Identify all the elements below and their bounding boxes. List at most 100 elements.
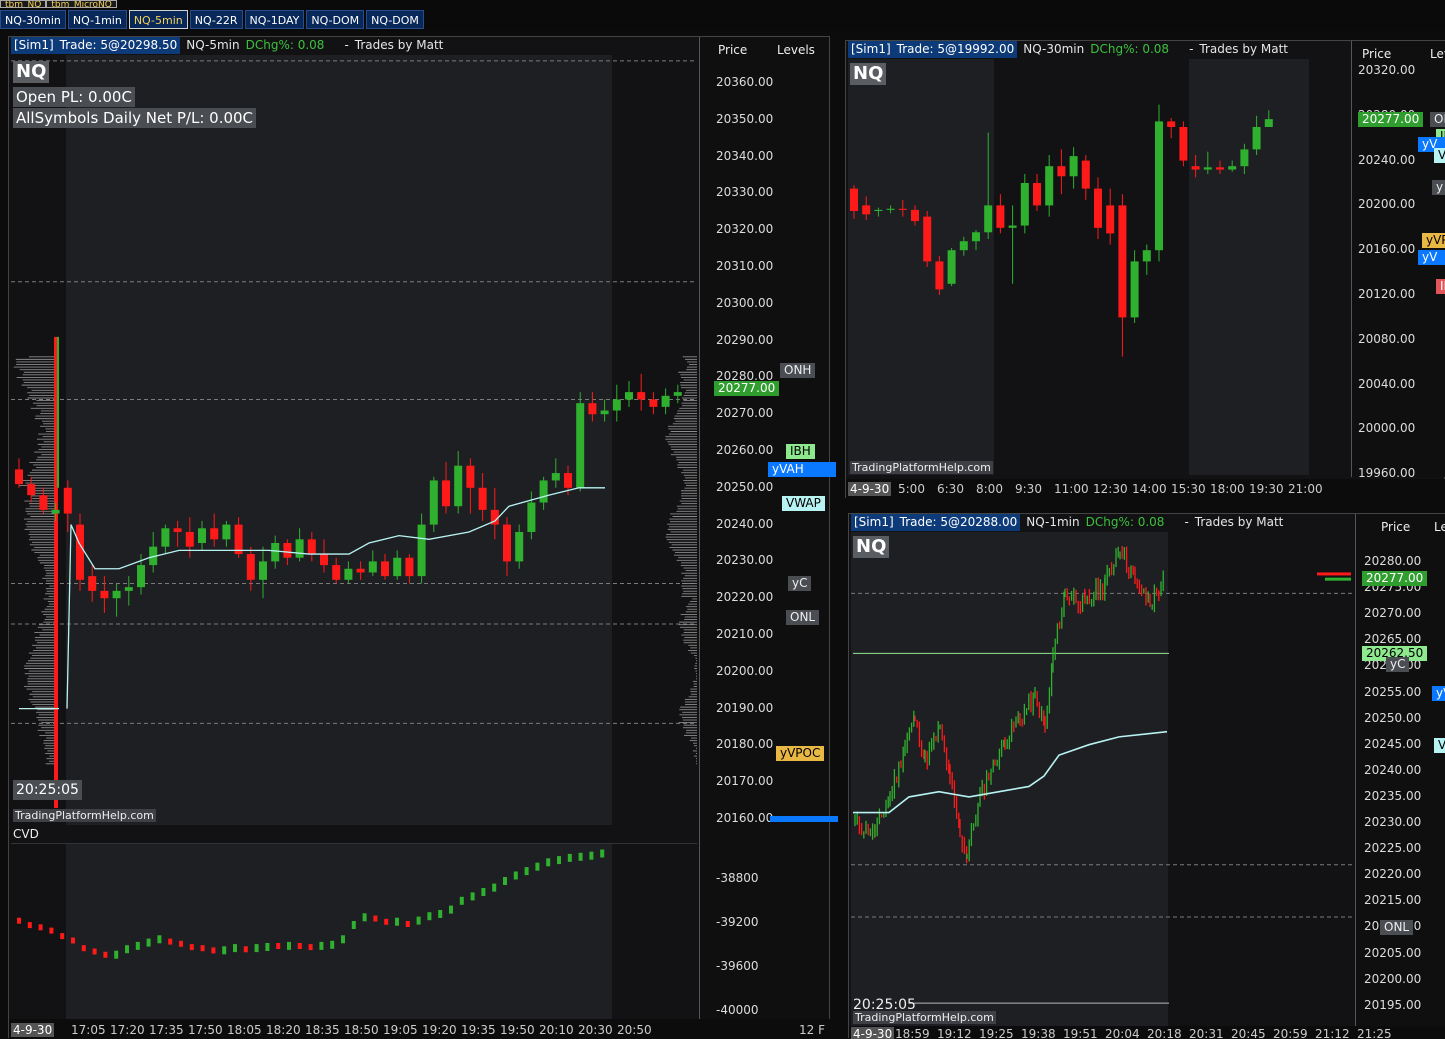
time-axis[interactable]: 4-9-30 5:00 6:30 8:00 9:30 11:00 12:30 14:00 15…	[846, 479, 1445, 499]
candle	[588, 403, 597, 415]
candle	[911, 209, 919, 222]
price-tick: 20265.00	[1364, 632, 1422, 647]
chart-panel-1min[interactable]: [Sim1] Trade: 5@20288.00 NQ-1min DChg%: …	[848, 513, 1445, 1039]
cvd-bar	[27, 922, 32, 929]
candle	[850, 188, 858, 211]
candle	[898, 208, 907, 210]
price-axis[interactable]: Price Lev 20280.0020275.0020270.0020265.…	[1355, 514, 1445, 1026]
time-tick: 20:59	[1273, 1027, 1308, 1039]
tab-nq-5min[interactable]: NQ-5min	[128, 10, 188, 29]
workspace-tabbar: tbm_NQ tbm_MicroNQ NQ-30min NQ-1min NQ-5…	[0, 0, 1445, 31]
cvd-bar	[297, 943, 302, 949]
tab-nq-30min[interactable]: NQ-30min	[0, 10, 66, 29]
price-tick: 20280.00	[1364, 554, 1422, 568]
chart-panel-5min[interactable]: [Sim1] Trade: 5@20298.50 NQ-5min DChg%: …	[8, 36, 838, 1039]
time-tick: 18:59	[895, 1027, 930, 1039]
cvd-bar	[427, 912, 432, 921]
cvd-bar	[481, 888, 486, 896]
candle	[637, 392, 646, 400]
corner-label: 12 F	[799, 1023, 825, 1037]
candle	[1033, 183, 1041, 206]
time-tick: 15:30	[1171, 482, 1206, 496]
candle	[368, 561, 377, 573]
candle	[1069, 156, 1078, 177]
candle	[112, 590, 121, 599]
time-axis[interactable]: 4-9-30 12 F 17:05 17:20 17:35 17:50 18:05 18:…	[9, 1019, 831, 1039]
price-chart-1min[interactable]	[849, 514, 1355, 1026]
time-tick: 20:50	[617, 1023, 652, 1037]
candle	[1252, 127, 1261, 150]
cvd-bar	[449, 905, 453, 914]
level-tag-onl: ONL	[786, 609, 820, 625]
cvd-bar	[276, 943, 281, 949]
tab-nq-22r[interactable]: NQ-22R	[189, 10, 243, 29]
cvd-tick: -39600	[716, 959, 759, 973]
time-tick: 17:05	[71, 1023, 106, 1037]
cvd-bar	[308, 944, 313, 951]
candle	[466, 465, 475, 488]
candle	[1008, 225, 1017, 228]
cvd-bar	[503, 877, 507, 885]
candle	[1130, 261, 1139, 318]
time-tick: 12:30	[1093, 482, 1128, 496]
candle	[923, 216, 932, 262]
workspace-tab[interactable]: tbm_NQ	[0, 0, 47, 8]
level-tag-onh: ONH	[780, 363, 816, 379]
candle	[959, 241, 968, 251]
candle	[1106, 205, 1115, 234]
price-axis[interactable]: Price Lev 20320.0020280.0020240.0020200.…	[1351, 41, 1445, 480]
price-tick: 20255.00	[1364, 684, 1422, 699]
price-tick: 20240.00	[1358, 152, 1416, 167]
price-tick: 20200.00	[716, 663, 774, 678]
vwap-line	[66, 487, 605, 709]
time-tick: 11:00	[1054, 482, 1089, 496]
price-header: Price	[1362, 47, 1392, 61]
price-tick: 20320.00	[1358, 63, 1416, 77]
price-tick: 20160.00	[716, 811, 774, 825]
chart-panel-30min[interactable]: [Sim1] Trade: 5@19992.00 NQ-30min DChg%:…	[845, 40, 1445, 499]
workspace-tab[interactable]: tbm_MicroNQ	[46, 0, 117, 8]
time-axis[interactable]: 4-9-30 18:59 19:12 19:25 19:38 19:51 20:04 20:…	[849, 1026, 1445, 1039]
cvd-bar	[60, 933, 65, 940]
tab-nq-1day[interactable]: NQ-1DAY	[244, 10, 305, 29]
candle	[63, 487, 72, 514]
candle	[442, 480, 450, 507]
candle	[1020, 183, 1029, 226]
time-tick: 14:00	[1132, 482, 1167, 496]
time-tick: 20:45	[1231, 1027, 1266, 1039]
cvd-tick: -39200	[716, 915, 759, 929]
price-tick: 20040.00	[1358, 376, 1416, 391]
time-tick: 19:12	[937, 1027, 972, 1039]
tab-nq-dom[interactable]: NQ-DOM	[306, 10, 365, 29]
candle	[1216, 167, 1224, 170]
price-axis[interactable]: Price Levels 20360.00 20350.00 20340.00 203…	[699, 37, 838, 1019]
price-tick: 20120.00	[1358, 287, 1416, 301]
candle	[429, 480, 438, 525]
time-tick: 18:05	[227, 1023, 262, 1037]
candle	[356, 568, 365, 573]
price-header: Price	[1381, 520, 1411, 534]
time-tick: 5:00	[898, 482, 925, 496]
tab-nq-dom[interactable]: NQ-DOM	[366, 10, 424, 29]
candle	[1155, 121, 1163, 251]
price-chart-30min[interactable]	[846, 41, 1351, 477]
cvd-tick: -38800	[716, 871, 759, 885]
candle	[874, 209, 883, 211]
candle	[283, 543, 292, 558]
tab-nq-1min[interactable]: NQ-1min	[67, 10, 127, 29]
date-label: 4-9-30	[848, 482, 892, 496]
price-tick: 20230.00	[716, 553, 774, 568]
candle	[527, 502, 536, 532]
cvd-bar	[416, 916, 421, 925]
price-chart-5min[interactable]	[9, 37, 699, 1039]
level-tag: yV	[1418, 249, 1445, 265]
cvd-bar	[557, 856, 561, 865]
candle	[1203, 167, 1212, 170]
time-tick: 18:00	[1210, 482, 1245, 496]
time-tick: 19:35	[461, 1023, 496, 1037]
time-tick: 6:30	[937, 482, 964, 496]
cvd-bar	[351, 921, 356, 929]
price-tick: 20240.00	[1364, 762, 1422, 777]
candle	[405, 557, 414, 577]
time-tick: 19:50	[500, 1023, 535, 1037]
